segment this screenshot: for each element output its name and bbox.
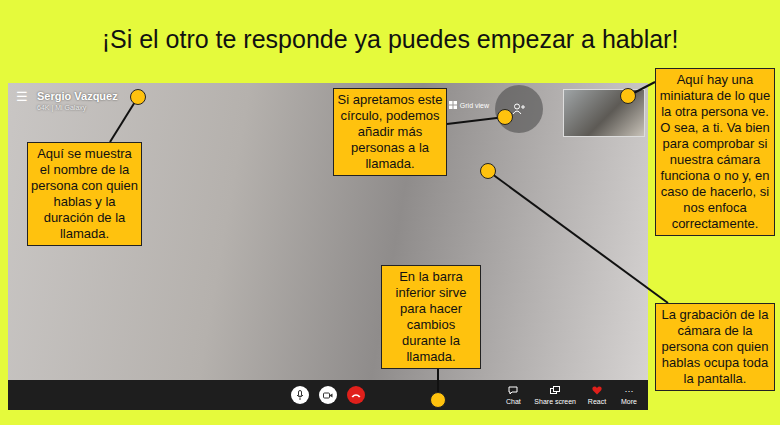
action-icon-holder <box>508 386 518 396</box>
callout-dot <box>430 392 446 408</box>
add-people-button[interactable] <box>495 85 543 133</box>
callout-text: Aquí se muestra el nombre de la persona … <box>31 146 138 242</box>
grid-view-button[interactable]: Grid view <box>449 101 489 109</box>
callout-dot <box>130 89 146 105</box>
video-button[interactable] <box>319 386 337 404</box>
microphone-icon <box>296 390 304 400</box>
action-label: Share screen <box>534 398 576 405</box>
chat-icon <box>508 386 518 395</box>
screenshot-wrap: ☰ Sergio Vazquez64K | Mi Galaxy Grid view C… <box>0 83 780 410</box>
connector-lines <box>0 0 780 425</box>
annotation-layer: Aquí se muestra el nombre de la persona … <box>0 0 780 425</box>
callout-box: En la barra inferior sirve para hacer ca… <box>381 265 481 369</box>
connector-line <box>437 352 439 400</box>
callout-box: La grabación de la cámara de la persona … <box>655 303 775 391</box>
action-label: More <box>621 398 637 405</box>
callout-text: Aquí hay una miniatura de lo que la otra… <box>659 72 771 232</box>
connector-line <box>447 117 505 124</box>
callout-text: En la barra inferior sirve para hacer ca… <box>385 269 477 365</box>
page-title: ¡Si el otro te responde ya puedes empeza… <box>102 25 679 58</box>
connector-line <box>110 97 138 142</box>
video-feed: ☰ Sergio Vazquez64K | Mi Galaxy Grid view <box>8 83 648 380</box>
action-icon-holder: ··· <box>625 386 634 396</box>
action-icon-holder <box>592 386 602 396</box>
action-icon-holder <box>550 386 560 396</box>
menu-icon[interactable]: ☰ <box>16 89 28 105</box>
share-screen-icon <box>550 386 560 395</box>
grid-icon <box>449 101 457 109</box>
action-label: React <box>588 398 606 405</box>
mic-button[interactable] <box>291 386 309 404</box>
call-header: ☰ Sergio Vazquez64K | Mi Galaxy Grid view <box>8 83 648 137</box>
action-button[interactable]: Share screen <box>534 386 576 405</box>
title-bar: ¡Si el otro te responde ya puedes empeza… <box>0 0 780 83</box>
heart-icon <box>592 386 602 395</box>
action-label: Chat <box>506 398 521 405</box>
call-actions: Chat Share screen React ··· More <box>502 386 640 405</box>
callout-dot <box>620 88 636 104</box>
call-info: 64K | Mi Galaxy <box>37 103 118 112</box>
callout-box: Si apretamos este círculo, podemos añadi… <box>333 88 447 176</box>
contact-info: ☰ Sergio Vazquez64K | Mi Galaxy <box>16 89 118 112</box>
callout-dot <box>480 163 496 179</box>
connector-line <box>628 82 655 96</box>
call-window: ☰ Sergio Vazquez64K | Mi Galaxy Grid view C… <box>8 83 648 410</box>
add-person-icon <box>512 103 526 115</box>
callout-text: Si apretamos este círculo, podemos añadi… <box>337 92 443 172</box>
more-icon: ··· <box>625 386 634 396</box>
bottom-bar: Chat Share screen React ··· More <box>8 380 648 410</box>
grid-view-label: Grid view <box>460 102 489 109</box>
action-button[interactable]: ··· More <box>618 386 640 405</box>
contact-name: Sergio Vazquez <box>37 89 118 103</box>
connector-line <box>488 171 668 303</box>
action-button[interactable]: Chat <box>502 386 524 405</box>
hang-up-icon <box>351 393 361 398</box>
camera-icon <box>323 392 333 399</box>
end-call-button[interactable] <box>347 386 365 404</box>
call-controls <box>291 386 365 404</box>
callout-box: Aquí se muestra el nombre de la persona … <box>27 142 142 246</box>
callout-text: La grabación de la cámara de la persona … <box>659 307 771 387</box>
contact-block: Sergio Vazquez64K | Mi Galaxy <box>37 89 118 112</box>
callout-dot <box>497 109 513 125</box>
header-controls: Grid view <box>449 89 645 137</box>
action-button[interactable]: React <box>586 386 608 405</box>
self-preview <box>563 89 645 137</box>
callout-box: Aquí hay una miniatura de lo que la otra… <box>655 68 775 236</box>
